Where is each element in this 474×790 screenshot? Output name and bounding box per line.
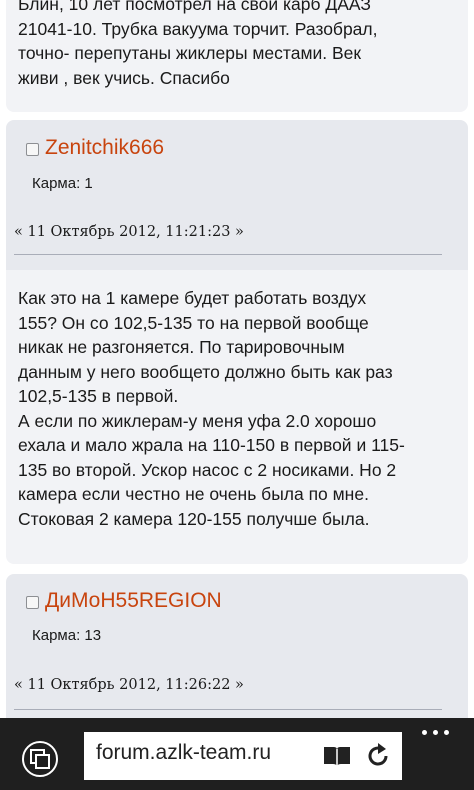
- offline-status-icon: [26, 143, 39, 156]
- more-dot: [444, 730, 449, 735]
- post-text-line: 102,5-135 в первой.: [18, 386, 179, 406]
- browser-toolbar: forum.azlk-team.ru: [0, 718, 474, 790]
- divider: [14, 709, 442, 710]
- post-body: Как это на 1 камере будет работать возду…: [6, 270, 468, 564]
- post-text-line: никак не разгоняется. По тарировочным: [18, 337, 345, 357]
- post-text-line: Как это на 1 камере будет работать возду…: [18, 288, 367, 308]
- post-text-line: данным у него вообщето должно быть как р…: [18, 361, 393, 382]
- author-karma: Карма: 13: [32, 627, 102, 644]
- more-icon[interactable]: [422, 730, 458, 738]
- refresh-icon[interactable]: [364, 742, 392, 770]
- more-dot: [433, 730, 438, 735]
- post-date: « 11 Октябрь 2012, 11:26:22 »: [14, 677, 244, 693]
- offline-status-icon: [26, 596, 39, 609]
- more-dot: [422, 730, 427, 735]
- post-author[interactable]: Zenitchik666: [26, 136, 164, 160]
- post-text-line: живи , век учись. Спасибо: [18, 67, 230, 88]
- author-name-link[interactable]: ДиМоН55REGION: [45, 589, 222, 613]
- address-bar[interactable]: forum.azlk-team.ru: [84, 732, 402, 780]
- post-text-line: 155? Он со 102,5-135 то на первой вообще: [18, 312, 369, 333]
- post-author[interactable]: ДиМоН55REGION: [26, 589, 222, 613]
- post-text-line: Стоковая 2 камера 120-155 получше была.: [18, 508, 370, 529]
- tabs-icon[interactable]: [20, 739, 60, 779]
- post-date: « 11 Октябрь 2012, 11:21:23 »: [14, 224, 244, 240]
- post-text-line: Блин, 10 лет посмотрел на свой карб ДААЗ: [18, 0, 371, 14]
- author-karma: Карма: 1: [32, 175, 93, 192]
- reading-view-icon[interactable]: [322, 744, 352, 768]
- post-text-line: 135 во второй. Ускор насос с 2 носиками.…: [18, 459, 397, 480]
- address-url[interactable]: forum.azlk-team.ru: [96, 741, 271, 765]
- author-name-link[interactable]: Zenitchik666: [45, 136, 164, 160]
- post-text-line: ехала и мало жрала на 110-150 в первой и…: [18, 435, 405, 455]
- post-text-line: 21041-10. Трубка вакуума торчит. Разобра…: [18, 18, 378, 39]
- post-body: Блин, 10 лет посмотрел на свой карб ДААЗ…: [6, 0, 468, 112]
- post-text-line: точно- перепутаны жиклеры местами. Век: [18, 43, 362, 63]
- forum-page: Блин, 10 лет посмотрел на свой карб ДААЗ…: [0, 0, 474, 718]
- divider: [14, 254, 442, 255]
- post-text-line: камера если честно не очень была по мне.: [18, 484, 369, 504]
- post-text-line: А если по жиклерам-у меня уфа 2.0 хорошо: [18, 410, 377, 431]
